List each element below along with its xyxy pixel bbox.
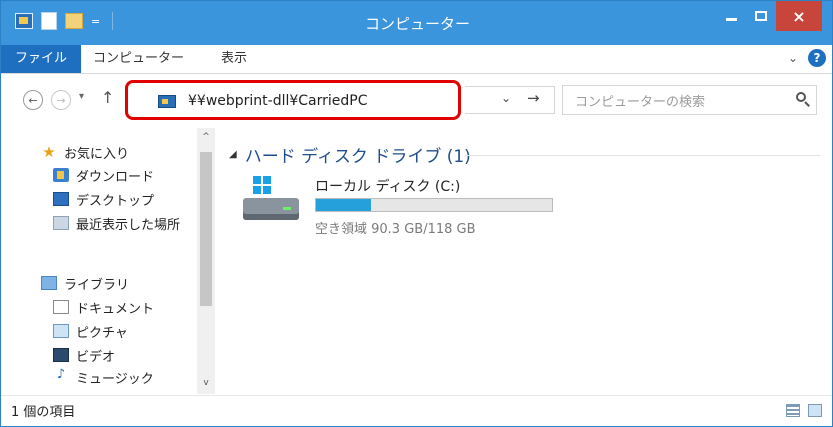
address-dropdown-button[interactable]: ⌄ — [501, 91, 511, 105]
nav-item-label: デスクトップ — [76, 193, 155, 209]
address-bar[interactable]: ¥¥webprint-dll¥CarriedPC — [125, 80, 461, 120]
help-button[interactable]: ? — [808, 49, 826, 67]
scrollbar-thumb[interactable] — [200, 152, 212, 306]
nav-item-label: ピクチャ — [76, 325, 128, 341]
close-button[interactable]: × — [776, 1, 822, 31]
explorer-window: = コンピューター × ファイル コンピューター 表示 ⌄ ? ← → ▾ ↑ … — [0, 0, 833, 427]
expand-ribbon-button[interactable]: ⌄ — [788, 51, 798, 65]
nav-item-label: ダウンロード — [76, 169, 155, 185]
library-icon — [41, 276, 57, 290]
navigation-pane: ★ お気に入り ダウンロード デスクトップ 最近表示した場所 ライブラリ ドキュ… — [1, 128, 215, 394]
nav-item-music[interactable]: ♪ ミュージック — [53, 368, 154, 384]
hard-drive-icon — [243, 176, 303, 232]
status-bar: 1 個の項目 — [1, 395, 832, 426]
nav-item-pictures[interactable]: ピクチャ — [53, 320, 128, 342]
forward-button[interactable]: → — [51, 90, 71, 110]
nav-item-recent-places[interactable]: 最近表示した場所 — [53, 212, 180, 234]
search-icon[interactable] — [796, 92, 806, 102]
minimize-icon — [725, 17, 737, 21]
group-header-label: ハード ディスク ドライブ (1) — [244, 147, 471, 167]
title-bar[interactable]: = コンピューター × — [1, 1, 832, 45]
collapse-group-icon: ◢ — [229, 149, 237, 160]
large-icons-view-icon[interactable] — [808, 404, 822, 417]
details-view-icon[interactable] — [786, 404, 800, 417]
window-controls: × — [716, 1, 822, 31]
drive-name: ローカル ディスク (C:) — [315, 179, 461, 195]
nav-pane-scrollbar[interactable]: ^ v — [197, 128, 215, 394]
recent-locations-button[interactable]: ▾ — [79, 91, 84, 102]
nav-item-label: ライブラリ — [64, 277, 130, 293]
go-button[interactable]: → — [527, 89, 540, 107]
disk-light — [283, 207, 291, 210]
drive-usage-bar — [315, 198, 553, 212]
nav-item-videos[interactable]: ビデオ — [53, 344, 115, 366]
search-box[interactable]: コンピューターの検索 — [562, 85, 817, 115]
address-path[interactable]: ¥¥webprint-dll¥CarriedPC — [188, 93, 368, 109]
item-count: 1 個の項目 — [11, 405, 76, 420]
back-button[interactable]: ← — [23, 90, 43, 110]
nav-item-label: ドキュメント — [76, 301, 155, 317]
search-input[interactable]: コンピューターの検索 — [575, 91, 705, 110]
content-area: ◢ ハード ディスク ドライブ (1) ローカル ディスク (C:) 空き領域 … — [215, 128, 832, 394]
document-icon — [53, 300, 69, 314]
tab-view[interactable]: 表示 — [221, 45, 247, 73]
video-icon — [53, 348, 69, 362]
nav-item-favorites[interactable]: ★ お気に入り — [41, 141, 129, 163]
ribbon-right-controls: ⌄ ? — [788, 49, 826, 67]
computer-icon — [158, 95, 176, 108]
star-icon: ★ — [42, 143, 56, 161]
nav-item-downloads[interactable]: ダウンロード — [53, 164, 154, 186]
drive-item[interactable]: ローカル ディスク (C:) 空き領域 90.3 GB/118 GB — [243, 176, 573, 246]
scroll-down-button[interactable]: v — [197, 378, 215, 388]
view-buttons — [786, 404, 822, 417]
download-icon — [53, 168, 69, 182]
scroll-up-button[interactable]: ^ — [197, 132, 215, 142]
picture-icon — [53, 324, 69, 338]
maximize-button[interactable] — [746, 1, 776, 31]
nav-item-desktop[interactable]: デスクトップ — [53, 188, 154, 210]
recent-places-icon — [53, 216, 69, 230]
group-header[interactable]: ◢ ハード ディスク ドライブ (1) — [229, 142, 471, 167]
up-button[interactable]: ↑ — [101, 88, 114, 107]
nav-item-label: ミュージック — [76, 372, 154, 384]
window-title: コンピューター — [364, 15, 470, 33]
nav-item-label: ビデオ — [76, 349, 116, 365]
nav-item-libraries[interactable]: ライブラリ — [41, 272, 129, 294]
music-icon: ♪ — [56, 368, 66, 382]
group-divider — [465, 155, 820, 156]
nav-item-documents[interactable]: ドキュメント — [53, 296, 154, 318]
ribbon-tabs: ファイル コンピューター 表示 ⌄ ? — [1, 45, 832, 74]
minimize-button[interactable] — [716, 1, 746, 31]
desktop-icon — [53, 192, 69, 206]
nav-item-label: お気に入り — [64, 146, 130, 162]
drive-usage-fill — [316, 199, 372, 211]
tab-computer[interactable]: コンピューター — [93, 45, 184, 73]
tab-file[interactable]: ファイル — [1, 45, 81, 73]
nav-item-label: 最近表示した場所 — [76, 217, 181, 233]
windows-logo-icon — [253, 176, 271, 194]
address-row: ← → ▾ ↑ ¥¥webprint-dll¥CarriedPC ⌄ → コンピ… — [1, 74, 832, 128]
drive-free-space: 空き領域 90.3 GB/118 GB — [315, 222, 476, 237]
maximize-icon — [755, 11, 767, 21]
